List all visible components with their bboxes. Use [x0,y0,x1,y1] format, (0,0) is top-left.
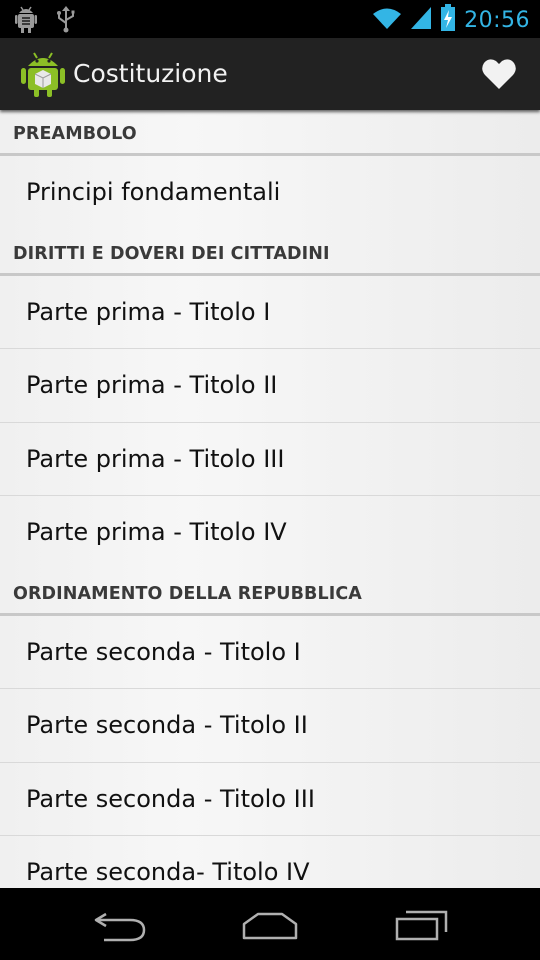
list-item[interactable]: Parte prima - Titolo III [0,423,540,496]
home-icon[interactable] [240,906,300,942]
list-item[interactable]: Parte prima - Titolo I [0,276,540,349]
recent-apps-icon[interactable] [392,906,452,942]
wifi-icon [372,6,402,34]
usb-icon [56,5,76,37]
list-item[interactable]: Parte prima - Titolo II [0,349,540,423]
android-robot-icon[interactable] [20,50,66,98]
list-item[interactable]: Parte seconda- Titolo IV [0,836,540,888]
list-item[interactable]: Parte seconda - Titolo II [0,689,540,763]
android-debug-icon [14,5,38,37]
action-bar: Costituzione [0,38,540,110]
signal-icon [410,6,432,34]
section-header: ORDINAMENTO DELLA REPUBBLICA [0,570,540,616]
navigation-bar [0,888,540,960]
clock: 20:56 [464,7,530,33]
screen: 20:56 Costituzione PREAMBOLO Principi fo… [0,0,540,960]
battery-charging-icon [440,4,456,36]
back-icon[interactable] [90,906,150,942]
heart-icon[interactable] [482,58,516,90]
section-header: PREAMBOLO [0,110,540,156]
list-item[interactable]: Parte seconda - Titolo III [0,763,540,836]
list-item[interactable]: Parte prima - Titolo IV [0,496,540,570]
chapter-list[interactable]: PREAMBOLO Principi fondamentali DIRITTI … [0,110,540,888]
status-bar: 20:56 [0,0,540,38]
list-item[interactable]: Parte seconda - Titolo I [0,616,540,689]
app-title: Costituzione [73,59,228,88]
section-header: DIRITTI E DOVERI DEI CITTADINI [0,230,540,276]
list-item[interactable]: Principi fondamentali [0,156,540,230]
